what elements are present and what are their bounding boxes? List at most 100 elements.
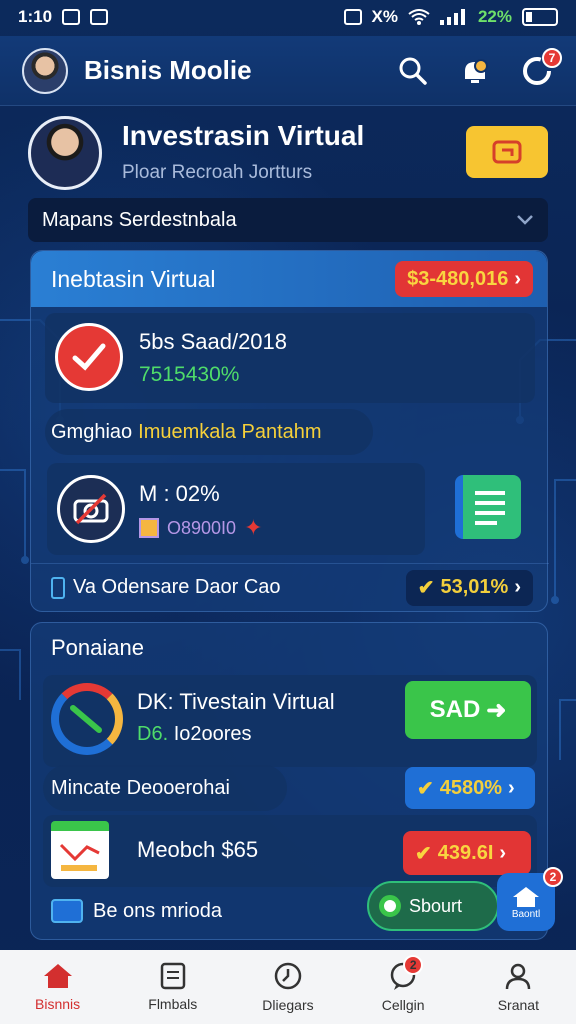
battery-icon <box>522 8 558 26</box>
info-chip[interactable]: Mincate Deooerohai <box>43 765 287 811</box>
investment-card: Inebtasin Virtual $3-480,016 › 5bs Saad/… <box>30 250 549 612</box>
nav-label: Flmbals <box>148 996 198 1012</box>
status-bar: 1:10 X% 22% <box>0 0 576 34</box>
list-item[interactable]: Meobch $65 ✔ 439.6I › <box>43 815 537 887</box>
phone-icon <box>51 576 65 599</box>
dropdown-value: Mapans Serdestnbala <box>42 208 237 231</box>
wallet-button[interactable] <box>466 126 548 178</box>
shortcut-button[interactable]: Sbourt <box>367 881 499 931</box>
list-item[interactable]: 5bs Saad/2018 7515430% <box>45 313 535 403</box>
portfolio-card: Ponaiane DK: Tivestain Virtual D6. Io2oo… <box>30 622 563 940</box>
total-value-button[interactable]: $3-480,016 › <box>395 261 533 297</box>
nav-item-sranat[interactable]: Sranat <box>468 961 568 1013</box>
app-bar: Bisnis Moolie 7 <box>0 36 576 106</box>
card-header: Inebtasin Virtual $3-480,016 › <box>31 251 547 307</box>
category-dropdown[interactable]: Mapans Serdestnbala <box>28 198 548 242</box>
home-badge: 2 <box>543 867 563 887</box>
profile-avatar[interactable] <box>28 116 102 190</box>
app-icon <box>90 9 109 25</box>
nav-label: Cellgin <box>381 997 425 1013</box>
notification-badge: 7 <box>542 47 562 68</box>
nav-badge: 2 <box>403 955 424 975</box>
refresh-icon[interactable]: 7 <box>520 47 562 88</box>
status-time: 1:10 <box>18 7 53 26</box>
sad-label: SAD <box>429 696 481 723</box>
app-title: Bisnis Moolie <box>84 55 252 85</box>
card-footer[interactable]: Be ons mrioda <box>51 899 222 923</box>
growth-badge[interactable]: ✔ 4580% › <box>405 767 535 809</box>
item-value-prefix: D6. <box>137 723 169 745</box>
document-icon[interactable] <box>455 475 521 539</box>
list-item[interactable]: M : 02% O8900I0 ✦ <box>47 463 425 555</box>
card-title: Inebtasin Virtual <box>51 265 216 292</box>
item-value: 7515430% <box>139 363 240 386</box>
chip-label: Mincate Deooerohai <box>51 776 230 799</box>
profile-subtitle: Ploar Recroah Jortturs <box>122 162 313 183</box>
value-badge[interactable]: ✔ 439.6I › <box>403 831 531 875</box>
signal-icon <box>439 9 465 25</box>
item-value: O8900I0 <box>167 517 237 538</box>
footer-label: Va Odensare Daor Cao <box>73 576 281 598</box>
list-item[interactable]: DK: Tivestain Virtual D6. Io2oores SAD ➜ <box>43 675 537 767</box>
item-title: 5bs Saad/2018 <box>139 329 288 354</box>
wifi-icon <box>408 9 430 25</box>
nav-label: Dliegars <box>262 997 314 1013</box>
check-icon <box>55 323 123 391</box>
arrow-right-icon: ➜ <box>486 696 507 724</box>
report-icon <box>51 821 109 879</box>
nav-label: Bisnnis <box>35 996 81 1012</box>
status-right-text: X% <box>371 7 398 26</box>
info-chip[interactable]: Gmghiao Imuemkala Pantahm <box>45 409 373 455</box>
nav-item-bisnis[interactable]: Bisnnis <box>8 962 108 1012</box>
chevron-right-icon: › <box>514 576 521 598</box>
home-fab[interactable]: Baontl 2 <box>497 867 563 931</box>
card-footer[interactable]: Va Odensare Daor Cao ✔ 53,01% › <box>31 563 549 611</box>
home-icon <box>43 964 72 988</box>
chevron-right-icon: › <box>508 776 515 799</box>
sim-icon <box>343 9 362 25</box>
trend-up-icon: ✔ <box>417 777 434 800</box>
profile-name: Investrasin Virtual <box>122 120 365 151</box>
item-title: DK: Tivestain Virtual <box>137 689 335 714</box>
wallet-icon <box>492 140 522 164</box>
chevron-right-icon: › <box>499 841 507 864</box>
item-title: Meobch $65 <box>137 837 259 862</box>
chevron-right-icon: › <box>514 267 521 290</box>
chip-label: Gmghiao <box>51 420 133 443</box>
document-icon <box>160 962 186 990</box>
media-icon <box>51 899 83 923</box>
item-title: M : 02% <box>139 481 220 506</box>
sparkle-icon: ✦ <box>244 515 263 540</box>
growth-value: 4580% <box>439 776 503 799</box>
chevron-down-icon <box>517 215 533 225</box>
shortcut-label: Sbourt <box>409 895 463 916</box>
bell-icon[interactable] <box>458 54 492 88</box>
sad-button[interactable]: SAD ➜ <box>405 681 531 739</box>
avatar[interactable] <box>22 47 68 94</box>
trend-up-icon: ✔ <box>415 842 432 865</box>
chip-value: Imuemkala Pantahm <box>138 420 322 443</box>
clock-icon <box>274 962 302 990</box>
search-icon[interactable] <box>396 54 430 88</box>
chart-icon <box>51 683 123 755</box>
nav-item-cellgin[interactable]: 2 Cellgin <box>353 955 453 1013</box>
trend-up-icon: ✔ <box>417 577 435 599</box>
bottom-nav: Bisnnis Flmbals Dliegars 2 Cellgin Srana… <box>0 950 576 1024</box>
item-value: Io2oores <box>173 723 252 745</box>
nav-item-flmbals[interactable]: Flmbals <box>123 962 223 1012</box>
user-icon <box>506 963 531 990</box>
footer-label: Be ons mrioda <box>93 899 222 922</box>
nav-label: Sranat <box>497 997 539 1013</box>
total-value: $3-480,016 <box>407 267 509 290</box>
toggle-icon <box>379 895 401 917</box>
growth-badge[interactable]: ✔ 53,01% › <box>405 569 533 606</box>
nav-item-dliegars[interactable]: Dliegars <box>238 961 338 1013</box>
camera-off-icon <box>57 475 125 543</box>
battery-percent: 22% <box>477 7 512 26</box>
home-fab-label: Baontl <box>511 908 541 920</box>
home-icon <box>513 886 539 907</box>
notification-icon <box>62 9 81 25</box>
growth-value: 53,01% <box>440 576 509 598</box>
card-title: Ponaiane <box>51 635 144 660</box>
item-value: 439.6I <box>437 841 494 864</box>
